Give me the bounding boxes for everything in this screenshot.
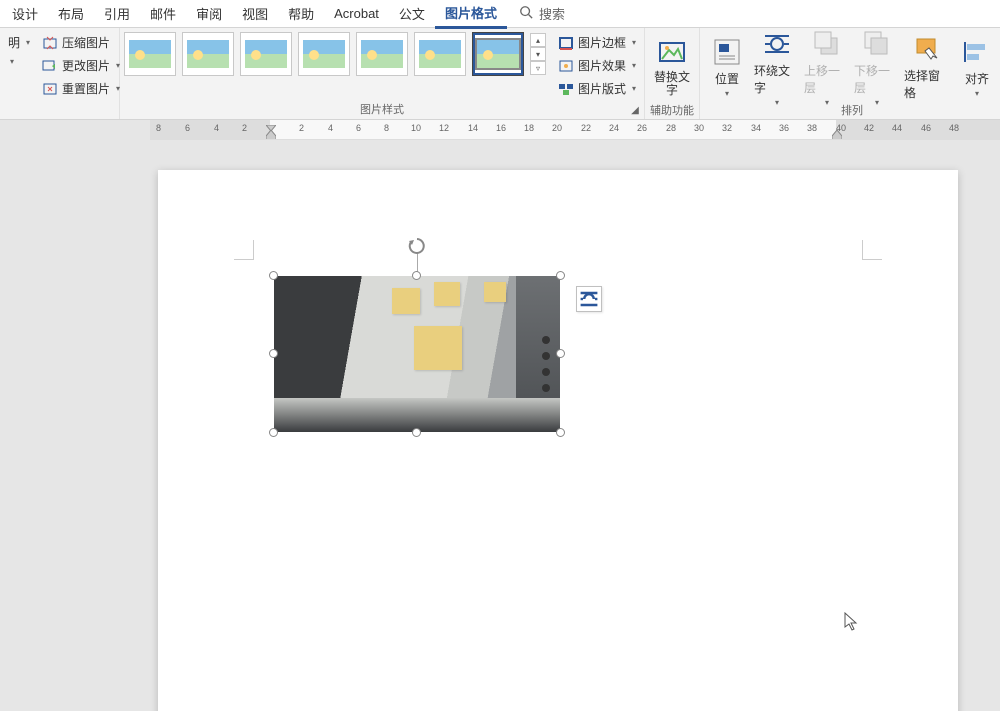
group-picture-styles: ▴ ▾ ▿ 图片边框▾ 图片效果▾ 图片版式▾ <box>120 28 645 119</box>
alt-text-icon <box>656 37 688 69</box>
resize-handle-nw[interactable] <box>269 271 278 280</box>
picture-layout-icon <box>558 81 574 97</box>
group-label-styles: 图片样式 <box>124 99 640 119</box>
change-picture-button[interactable]: 更改图片▾ <box>38 55 124 76</box>
gallery-down-button[interactable]: ▾ <box>530 47 546 61</box>
ribbon-tabs: 设计 布局 引用 邮件 审阅 视图 帮助 Acrobat 公文 图片格式 搜索 <box>0 0 1000 28</box>
gallery-up-button[interactable]: ▴ <box>530 33 546 47</box>
layout-options-flyout[interactable] <box>576 286 602 312</box>
picture-effects-icon <box>558 58 574 74</box>
selected-image[interactable] <box>274 276 560 432</box>
resize-handle-s[interactable] <box>412 428 421 437</box>
style-thumb-5[interactable] <box>356 32 408 76</box>
picture-effects-button[interactable]: 图片效果▾ <box>554 55 640 76</box>
resize-handle-se[interactable] <box>556 428 565 437</box>
search-box[interactable]: 搜索 <box>519 4 565 23</box>
cursor-icon <box>844 612 860 632</box>
chevron-down-icon: ▾ <box>10 57 14 66</box>
picture-border-icon <box>558 35 574 51</box>
style-thumb-3[interactable] <box>240 32 292 76</box>
ribbon: 明▾ ▾ 压缩图片 更改图片▾ 重置图片▾ <box>0 28 1000 120</box>
tab-help[interactable]: 帮助 <box>278 0 324 27</box>
position-icon <box>711 36 743 68</box>
align-icon <box>961 36 993 68</box>
margin-guide-top-left <box>234 240 254 260</box>
reset-picture-icon <box>42 81 58 97</box>
gallery-scroll: ▴ ▾ ▿ <box>530 33 546 75</box>
tab-mailings[interactable]: 邮件 <box>140 0 186 27</box>
change-picture-icon <box>42 58 58 74</box>
image-content <box>274 276 560 432</box>
style-thumb-6[interactable] <box>414 32 466 76</box>
alt-text-button[interactable]: 替换文字 <box>649 32 695 100</box>
picture-layout-button[interactable]: 图片版式▾ <box>554 78 640 99</box>
group-adjust: 明▾ ▾ 压缩图片 更改图片▾ 重置图片▾ <box>0 28 120 119</box>
chevron-down-icon: ▾ <box>632 38 636 47</box>
horizontal-ruler[interactable]: 8 6 4 2 2 4 6 8 10 12 14 16 18 20 22 24 … <box>150 120 1000 140</box>
tab-picture-format[interactable]: 图片格式 <box>435 0 507 29</box>
picture-border-button[interactable]: 图片边框▾ <box>554 32 640 53</box>
chevron-down-icon: ▾ <box>632 84 636 93</box>
tab-acrobat[interactable]: Acrobat <box>324 2 389 25</box>
left-indent-marker[interactable] <box>266 130 276 140</box>
style-thumb-2[interactable] <box>182 32 234 76</box>
bring-forward-icon <box>811 28 843 60</box>
resize-handle-w[interactable] <box>269 349 278 358</box>
rotation-handle[interactable] <box>407 236 427 256</box>
margin-guide-top-right <box>862 240 882 260</box>
compress-pictures-button[interactable]: 压缩图片 <box>38 32 124 53</box>
tab-review[interactable]: 审阅 <box>186 0 232 27</box>
position-button[interactable]: 位置▾ <box>704 32 750 100</box>
tab-view[interactable]: 视图 <box>232 0 278 27</box>
style-thumb-1[interactable] <box>124 32 176 76</box>
chevron-down-icon: ▾ <box>975 89 979 98</box>
brightness-truncated[interactable]: 明▾ <box>4 32 34 53</box>
style-thumb-7[interactable] <box>472 32 524 76</box>
resize-handle-n[interactable] <box>412 271 421 280</box>
tab-layout[interactable]: 布局 <box>48 0 94 27</box>
send-backward-button[interactable]: 下移一层▾ <box>854 32 900 100</box>
layout-options-icon <box>577 287 601 311</box>
selection-pane-icon <box>911 33 943 65</box>
tab-gongwen[interactable]: 公文 <box>389 0 435 27</box>
gallery-more-button[interactable]: ▿ <box>530 61 546 75</box>
style-thumb-4[interactable] <box>298 32 350 76</box>
right-indent-marker[interactable] <box>832 130 842 140</box>
group-accessibility: 替换文字 辅助功能 <box>645 28 700 119</box>
search-icon <box>519 5 533 22</box>
tab-references[interactable]: 引用 <box>94 0 140 27</box>
selection-pane-button[interactable]: 选择窗格 <box>904 32 950 100</box>
resize-handle-e[interactable] <box>556 349 565 358</box>
document-canvas[interactable] <box>0 140 1000 711</box>
align-button[interactable]: 对齐▾ <box>954 32 1000 100</box>
compress-icon <box>42 35 58 51</box>
wrap-text-icon <box>761 28 793 60</box>
unknown-dropdown[interactable]: ▾ <box>4 55 34 68</box>
wrap-text-button[interactable]: 环绕文字▾ <box>754 32 800 100</box>
chevron-down-icon: ▾ <box>725 89 729 98</box>
chevron-down-icon: ▾ <box>632 61 636 70</box>
styles-dialog-launcher[interactable]: ◢ <box>628 103 642 117</box>
bring-forward-button[interactable]: 上移一层▾ <box>804 32 850 100</box>
send-backward-icon <box>861 28 893 60</box>
resize-handle-ne[interactable] <box>556 271 565 280</box>
tab-design[interactable]: 设计 <box>2 0 48 27</box>
resize-handle-sw[interactable] <box>269 428 278 437</box>
page[interactable] <box>158 170 958 711</box>
group-label-arrange: 排列 <box>704 100 1000 120</box>
picture-style-gallery: ▴ ▾ ▿ <box>124 32 546 76</box>
group-label-accessibility: 辅助功能 <box>649 100 695 120</box>
search-placeholder: 搜索 <box>539 4 565 23</box>
chevron-down-icon: ▾ <box>26 38 30 47</box>
reset-picture-button[interactable]: 重置图片▾ <box>38 78 124 99</box>
group-arrange: 位置▾ 环绕文字▾ 上移一层▾ 下移一层▾ 选择窗格 对齐▾ <box>700 28 1000 119</box>
